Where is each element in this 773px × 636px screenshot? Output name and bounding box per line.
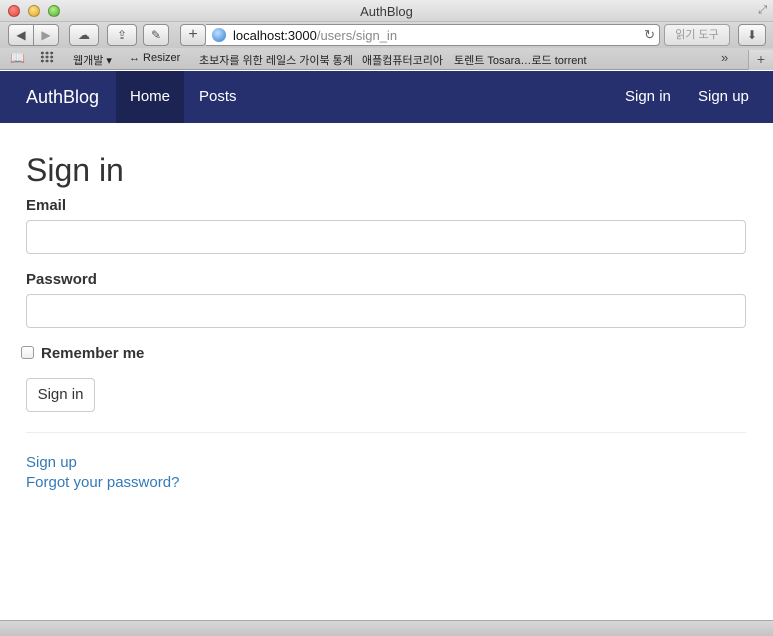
top-sites-icon[interactable] xyxy=(40,51,54,63)
url-path: /users/sign_in xyxy=(316,28,398,43)
plus-icon: + xyxy=(188,26,198,43)
forward-button[interactable]: ▶ xyxy=(33,24,59,46)
sign-in-button[interactable]: Sign in xyxy=(26,378,95,412)
forward-icon: ▶ xyxy=(41,28,51,42)
share-button[interactable]: ⇪ xyxy=(107,24,137,46)
bookmark-item[interactable]: 초보자를 위한 레일스 가이북 통계 xyxy=(199,52,353,68)
nav-home[interactable]: Home xyxy=(116,71,184,123)
url-text: localhost:3000/users/sign_in xyxy=(233,28,397,43)
back-icon: ◀ xyxy=(16,28,26,42)
email-label: Email xyxy=(26,197,67,214)
divider xyxy=(26,432,746,433)
share-icon: ⇪ xyxy=(116,28,128,42)
fullscreen-icon[interactable]: ⤢ xyxy=(758,4,767,17)
reading-list-icon[interactable]: 📖 xyxy=(10,51,25,65)
cloud-icon: ☁ xyxy=(78,28,90,42)
nav-sign-up[interactable]: Sign up xyxy=(698,71,749,123)
site-navbar: AuthBlog Home Posts Sign in Sign up xyxy=(0,71,773,123)
new-tab-button[interactable]: + xyxy=(748,50,773,70)
nav-sign-in[interactable]: Sign in xyxy=(625,71,671,123)
window-bottom-bar xyxy=(0,620,773,636)
bookmark-item[interactable]: 웹개발 ▾ xyxy=(73,52,112,68)
nav-posts[interactable]: Posts xyxy=(199,71,237,123)
wrench-icon: ✎ xyxy=(150,28,162,42)
remember-me-checkbox[interactable] xyxy=(21,346,34,359)
browser-toolbar: ◀ ▶ ☁ ⇪ ✎ + localhost:3000/users/sign_in… xyxy=(0,22,773,48)
brand-link[interactable]: AuthBlog xyxy=(26,87,99,108)
bookmark-item[interactable]: 애플컴퓨터코리아 xyxy=(362,52,443,68)
page-title: Sign in xyxy=(26,152,124,188)
reload-icon[interactable]: ↻ xyxy=(644,27,655,43)
develop-tools-button[interactable]: ✎ xyxy=(143,24,169,46)
forgot-password-link[interactable]: Forgot your password? xyxy=(26,474,179,491)
bookmarks-bar: 📖 웹개발 ▾ ↔ Resizer 초보자를 위한 레일스 가이북 통계 애플컴… xyxy=(0,48,773,70)
download-icon: ⬇ xyxy=(746,28,758,42)
bookmark-item[interactable]: 토렌트 Tosara…로드 torrent xyxy=(454,52,587,68)
bookmarks-overflow-icon[interactable]: » xyxy=(721,50,728,65)
password-field[interactable] xyxy=(26,294,746,328)
url-host: localhost:3000 xyxy=(233,28,317,43)
plus-icon: + xyxy=(756,51,766,67)
add-bookmark-button[interactable]: + xyxy=(180,24,206,46)
icloud-tabs-button[interactable]: ☁ xyxy=(69,24,99,46)
address-bar[interactable]: localhost:3000/users/sign_in ↻ xyxy=(206,24,660,46)
globe-icon xyxy=(212,28,226,42)
back-button[interactable]: ◀ xyxy=(8,24,34,46)
window-titlebar: AuthBlog ⤢ xyxy=(0,0,773,22)
password-label: Password xyxy=(26,271,97,288)
email-field[interactable] xyxy=(26,220,746,254)
remember-me-label[interactable]: Remember me xyxy=(41,345,144,362)
reader-button[interactable]: 읽기 도구 xyxy=(664,24,730,46)
sign-up-link[interactable]: Sign up xyxy=(26,454,77,471)
bookmark-item[interactable]: ↔ Resizer xyxy=(129,52,180,64)
downloads-button[interactable]: ⬇ xyxy=(738,24,766,46)
window-title: AuthBlog xyxy=(360,4,413,19)
